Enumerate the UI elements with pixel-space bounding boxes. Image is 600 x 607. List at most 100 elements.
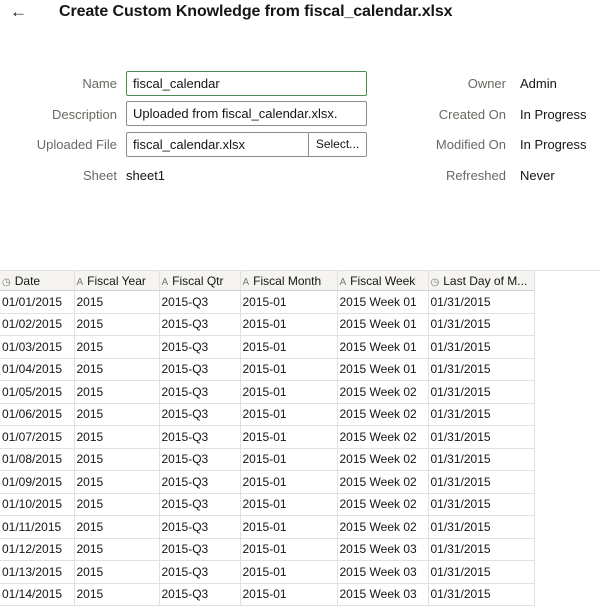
table-cell: 2015 Week 02 xyxy=(337,425,429,449)
table-cell: 2015-01 xyxy=(240,403,338,426)
table-row: 01/05/2015 2015 2015-Q3 2015-01 2015 Week 02… xyxy=(0,380,535,404)
table-cell: 2015-Q3 xyxy=(159,583,241,606)
table-row: 01/03/2015 2015 2015-Q3 2015-01 2015 Week 01… xyxy=(0,335,535,359)
table-cell: 2015 xyxy=(74,335,160,359)
table-cell: 2015 xyxy=(74,403,160,426)
column-header-label: Last Day of M... xyxy=(443,273,528,288)
refreshed-value: Never xyxy=(520,168,555,183)
table-cell: 01/31/2015 xyxy=(428,290,535,314)
table-cell: 2015-01 xyxy=(240,313,338,336)
table-cell: 2015 Week 01 xyxy=(337,290,429,314)
table-cell: 2015-Q3 xyxy=(159,560,241,584)
table-cell: 2015 xyxy=(74,560,160,584)
page-header: ← Create Custom Knowledge from fiscal_ca… xyxy=(0,0,600,30)
table-cell: 01/02/2015 xyxy=(0,313,75,336)
description-label: Description xyxy=(51,107,117,122)
table-cell: 2015-01 xyxy=(240,515,338,539)
table-cell: 2015 xyxy=(74,515,160,539)
table-row: 01/09/2015 2015 2015-Q3 2015-01 2015 Week 02… xyxy=(0,470,535,494)
column-header[interactable]: ◷ Date xyxy=(0,271,75,291)
table-cell: 01/07/2015 xyxy=(0,425,75,449)
table-cell: 2015 Week 02 xyxy=(337,448,429,471)
table-cell: 01/31/2015 xyxy=(428,448,535,471)
text-type-icon: A xyxy=(339,276,347,288)
table-cell: 2015 xyxy=(74,313,160,336)
table-cell: 2015 xyxy=(74,583,160,606)
table-cell: 2015 xyxy=(74,425,160,449)
table-cell: 01/08/2015 xyxy=(0,448,75,471)
table-cell: 01/31/2015 xyxy=(428,313,535,336)
table-cell: 2015-01 xyxy=(240,538,338,561)
table-cell: 2015-01 xyxy=(240,335,338,359)
table-cell: 01/04/2015 xyxy=(0,358,75,381)
column-header[interactable]: ◷ Last Day of M... xyxy=(428,271,535,291)
table-row: 01/10/2015 2015 2015-Q3 2015-01 2015 Week 02… xyxy=(0,493,535,516)
table-cell: 01/06/2015 xyxy=(0,403,75,426)
page-title: Create Custom Knowledge from fiscal_cale… xyxy=(59,3,453,20)
description-field[interactable]: Uploaded from fiscal_calendar.xlsx. xyxy=(126,101,367,126)
table-cell: 01/31/2015 xyxy=(428,515,535,539)
table-cell: 2015-Q3 xyxy=(159,358,241,381)
table-row: 01/14/2015 2015 2015-Q3 2015-01 2015 Week 03… xyxy=(0,583,535,606)
table-row: 01/11/2015 2015 2015-Q3 2015-01 2015 Week 02… xyxy=(0,515,535,539)
table-row: 01/04/2015 2015 2015-Q3 2015-01 2015 Week 01… xyxy=(0,358,535,381)
table-cell: 01/31/2015 xyxy=(428,538,535,561)
back-arrow-icon[interactable]: ← xyxy=(10,2,27,22)
uploaded-file-field[interactable]: fiscal_calendar.xlsx xyxy=(126,132,309,157)
table-cell: 2015 Week 02 xyxy=(337,470,429,494)
table-row: 01/12/2015 2015 2015-Q3 2015-01 2015 Week 03… xyxy=(0,538,535,561)
table-row: 01/01/2015 2015 2015-Q3 2015-01 2015 Week 01… xyxy=(0,290,535,314)
table-cell: 2015-Q3 xyxy=(159,403,241,426)
table-cell: 2015-01 xyxy=(240,290,338,314)
table-cell: 01/13/2015 xyxy=(0,560,75,584)
table-cell: 2015-Q3 xyxy=(159,493,241,516)
sheet-label: Sheet xyxy=(83,168,117,183)
table-cell: 2015 Week 02 xyxy=(337,380,429,404)
table-cell: 2015-01 xyxy=(240,493,338,516)
refreshed-label: Refreshed xyxy=(446,168,506,183)
modified-on-label: Modified On xyxy=(435,137,506,152)
table-cell: 2015 xyxy=(74,538,160,561)
column-header[interactable]: A Fiscal Month xyxy=(240,271,338,291)
table-cell: 2015-Q3 xyxy=(159,515,241,539)
column-header[interactable]: A Fiscal Year xyxy=(74,271,160,291)
column-header-label: Date xyxy=(14,273,41,288)
column-header-label: Fiscal Qtr xyxy=(172,273,224,288)
modified-on-value: In Progress xyxy=(520,137,587,152)
table-cell: 01/31/2015 xyxy=(428,358,535,381)
table-cell: 01/31/2015 xyxy=(428,583,535,606)
table-cell: 2015-01 xyxy=(240,358,338,381)
table-cell: 01/12/2015 xyxy=(0,538,75,561)
table-cell: 01/31/2015 xyxy=(428,493,535,516)
table-cell: 01/11/2015 xyxy=(0,515,75,539)
table-cell: 2015 Week 03 xyxy=(337,583,429,606)
text-type-icon: A xyxy=(242,276,250,288)
table-cell: 01/10/2015 xyxy=(0,493,75,516)
created-on-value: In Progress xyxy=(520,107,587,122)
table-cell: 2015-Q3 xyxy=(159,380,241,404)
column-header[interactable]: A Fiscal Qtr xyxy=(159,271,241,291)
table-cell: 01/01/2015 xyxy=(0,290,75,314)
column-header[interactable]: A Fiscal Week xyxy=(337,271,429,291)
table-cell: 2015 xyxy=(74,493,160,516)
column-header-label: Fiscal Month xyxy=(253,273,322,288)
select-file-button[interactable]: Select... xyxy=(308,132,367,157)
table-cell: 2015-Q3 xyxy=(159,448,241,471)
table-cell: 01/31/2015 xyxy=(428,560,535,584)
name-field[interactable]: fiscal_calendar xyxy=(126,71,367,96)
table-cell: 2015-Q3 xyxy=(159,313,241,336)
table-cell: 2015 xyxy=(74,290,160,314)
table-cell: 2015 Week 02 xyxy=(337,493,429,516)
table-cell: 2015 xyxy=(74,380,160,404)
table-cell: 2015 Week 02 xyxy=(337,515,429,539)
table-cell: 01/31/2015 xyxy=(428,470,535,494)
table-cell: 01/31/2015 xyxy=(428,380,535,404)
uploaded-file-label: Uploaded File xyxy=(36,137,117,152)
table-cell: 2015 Week 02 xyxy=(337,403,429,426)
table-cell: 2015-Q3 xyxy=(159,538,241,561)
data-preview-table[interactable]: ◷ Date A Fiscal Year A Fiscal Qtr A Fiscal Mont… xyxy=(0,271,600,607)
table-cell: 01/31/2015 xyxy=(428,425,535,449)
table-cell: 2015-Q3 xyxy=(159,425,241,449)
clock-icon: ◷ xyxy=(2,276,11,288)
table-cell: 2015 xyxy=(74,470,160,494)
